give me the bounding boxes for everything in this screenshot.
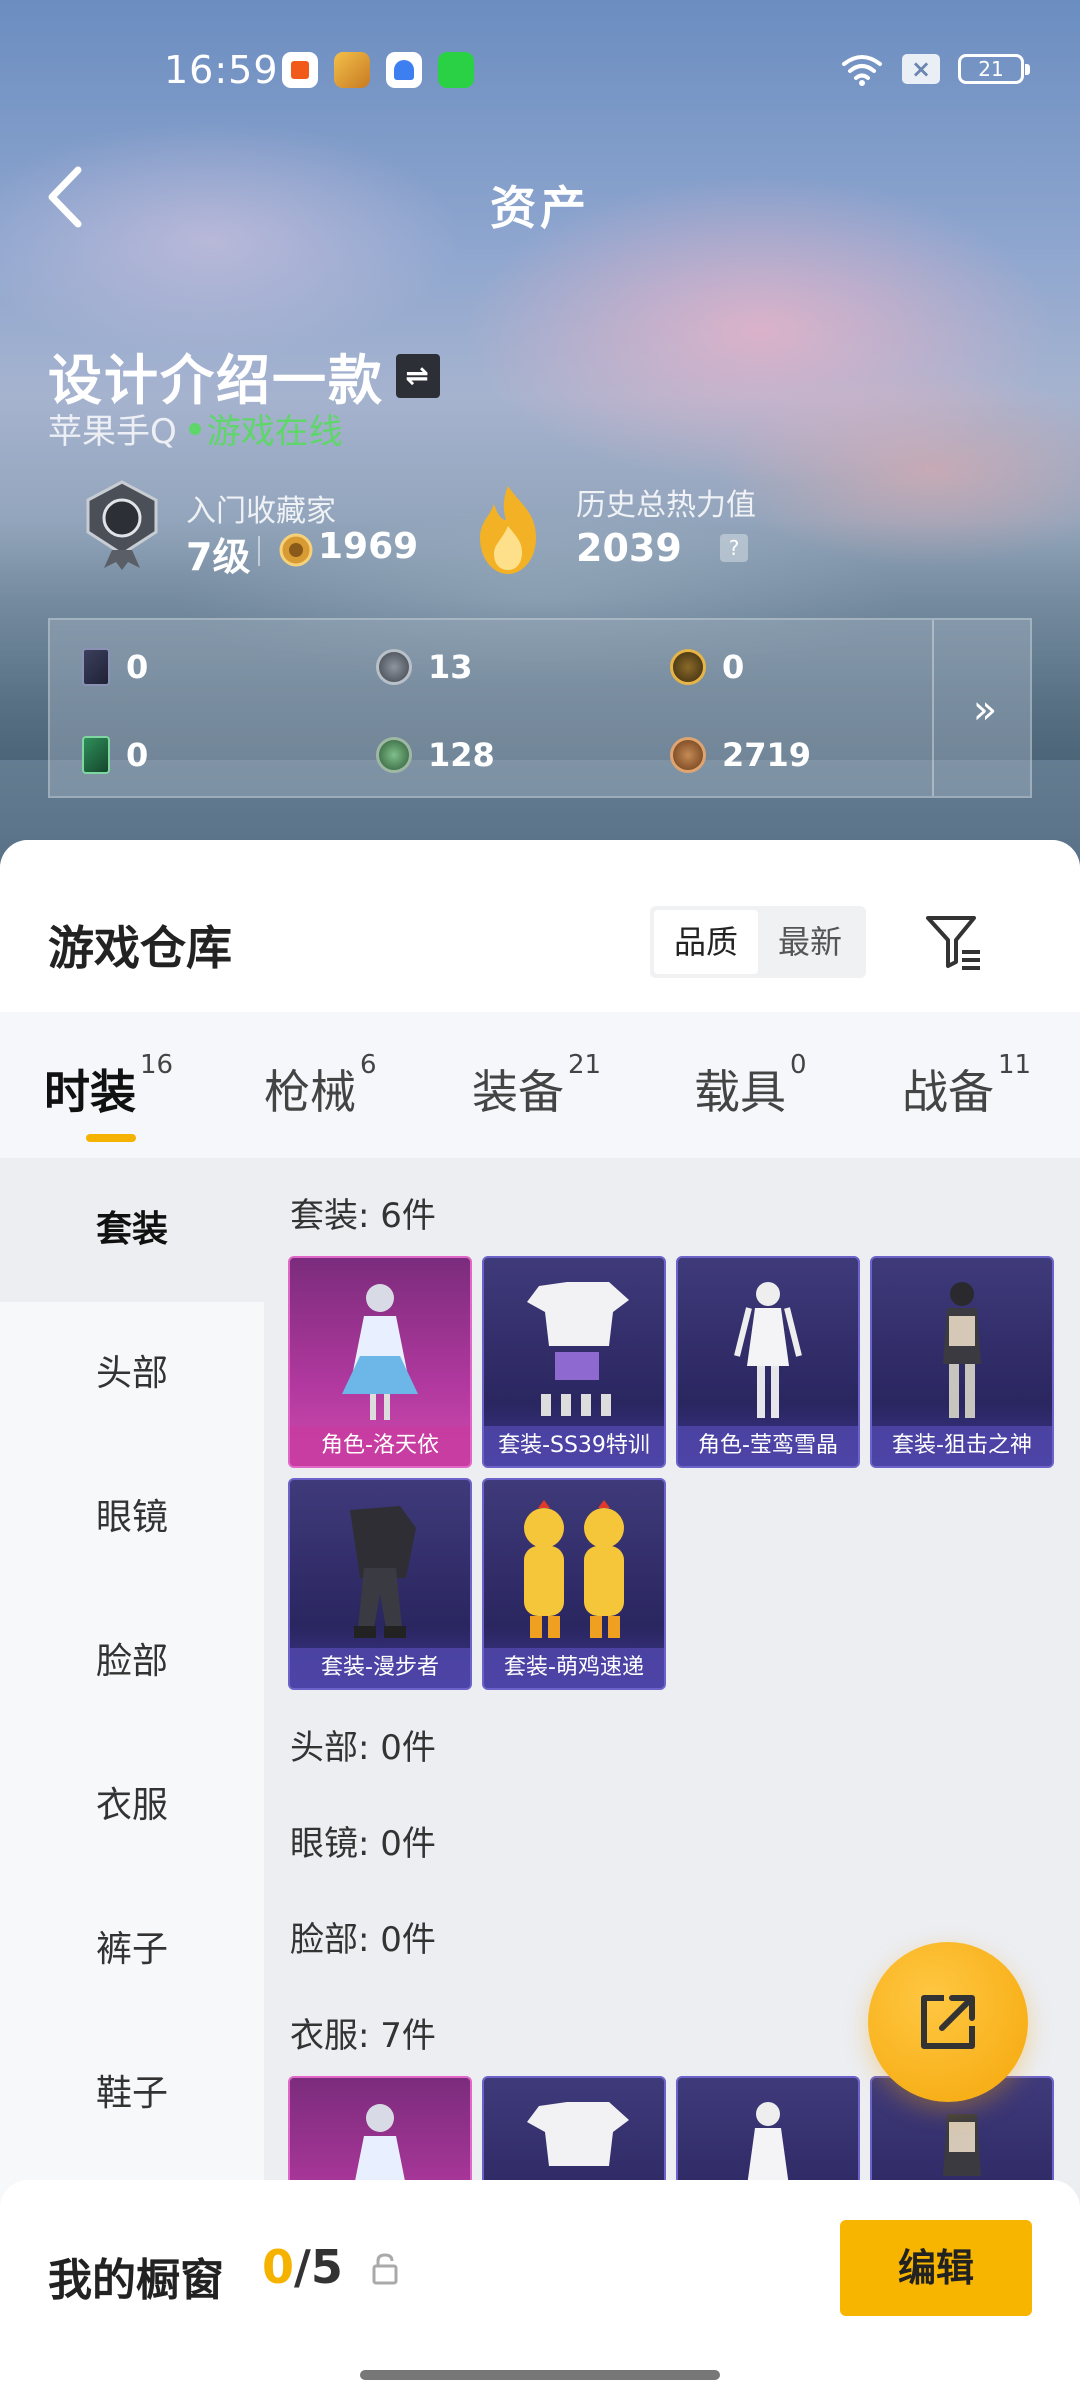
share-fab-button[interactable]: [868, 1942, 1028, 2102]
rank-level: 7级: [186, 535, 251, 579]
section-clothes-title: 衣服: 7件: [290, 2016, 436, 2056]
sort-toggle: 品质 最新: [650, 906, 866, 978]
shield-app-icon: [386, 52, 422, 88]
edit-button[interactable]: 编辑: [840, 2220, 1032, 2316]
item-card[interactable]: 套装-SS39特训: [482, 1256, 666, 1468]
item-label: 角色-莹鸾雪晶: [678, 1426, 858, 1466]
tab-fashion[interactable]: 时装 16: [44, 1050, 173, 1122]
no-sim-icon: ×: [902, 54, 940, 84]
battery-icon: 21: [958, 54, 1030, 84]
game-app-icon: [334, 52, 370, 88]
currency-green-gem: 128: [376, 736, 495, 774]
item-card[interactable]: 套装-萌鸡速递: [482, 1478, 666, 1690]
section-suits-title: 套装: 6件: [290, 1196, 436, 1236]
flame-icon: [480, 486, 536, 574]
section-glasses-title: 眼镜: 0件: [290, 1824, 436, 1864]
active-tab-indicator: [86, 1134, 136, 1142]
item-card[interactable]: 角色-莹鸾雪晶: [676, 1256, 860, 1468]
item-label: 套装-漫步者: [290, 1648, 470, 1688]
sidebar-item-shoes[interactable]: 鞋子: [0, 2022, 264, 2166]
platform-label: 苹果手Q: [48, 412, 177, 452]
warehouse-sheet: 游戏仓库 品质 最新 时装 16 枪械 6 装备 21 载具 0 战备 11 套装 头部 …: [0, 840, 1080, 2400]
online-status: 游戏在线: [206, 412, 343, 452]
rank-title: 入门收藏家: [186, 494, 336, 529]
currency-panel: 0 13 0 0 128 2719 »: [48, 618, 1032, 798]
currency-more-button[interactable]: »: [940, 660, 1030, 760]
item-card[interactable]: 角色-洛天依: [288, 1256, 472, 1468]
bronze-coin-icon: [670, 737, 706, 773]
tab-combat-gear[interactable]: 战备 11: [902, 1050, 1031, 1122]
item-label: 套装-SS39特训: [484, 1426, 664, 1466]
sort-newest-button[interactable]: 最新: [758, 910, 862, 974]
wifi-icon: [842, 55, 882, 86]
item-label: 套装-萌鸡速递: [484, 1648, 664, 1688]
collector-badge-icon: [86, 480, 158, 570]
switch-account-icon[interactable]: ⇌: [396, 353, 440, 398]
dark-card-icon: [82, 648, 110, 686]
green-gem-icon: [376, 737, 412, 773]
character-luotianyi-icon: [342, 1284, 418, 1420]
category-tabs: 时装 16 枪械 6 装备 21 载具 0 战备 11: [0, 1012, 1080, 1158]
showcase-count: 0/5: [262, 2240, 343, 2294]
character-snow-crystal-icon: [734, 1282, 802, 1418]
tab-equipment[interactable]: 装备 21: [472, 1050, 601, 1122]
sidebar-item-glasses[interactable]: 眼镜: [0, 1446, 264, 1590]
sidebar-item-face[interactable]: 脸部: [0, 1590, 264, 1734]
warehouse-title: 游戏仓库: [48, 921, 232, 975]
lock-icon: [372, 2253, 398, 2285]
gold-coin-icon: [670, 649, 706, 685]
currency-divider: [932, 620, 934, 796]
wechat-pay-icon: [438, 52, 474, 88]
heat-value: 2039: [576, 526, 682, 570]
share-icon: [921, 1995, 975, 2049]
walker-outfit-icon: [350, 1506, 416, 1638]
item-card[interactable]: 套装-狙击之神: [870, 1256, 1054, 1468]
currency-dark-card: 0: [82, 648, 148, 686]
item-label: 套装-狙击之神: [872, 1426, 1052, 1466]
tab-vehicles[interactable]: 载具 0: [694, 1050, 807, 1122]
heat-label: 历史总热力值: [576, 488, 756, 523]
currency-silver-coin: 13: [376, 648, 473, 686]
section-head-title: 头部: 0件: [290, 1728, 436, 1768]
item-label: 角色-洛天依: [290, 1426, 470, 1466]
rank-points: 1969: [318, 526, 419, 567]
status-bar: 16:59 × 21: [0, 0, 1080, 140]
player-platform: 苹果手Q 游戏在线: [48, 404, 343, 453]
ss39-outfit-icon: [527, 1282, 629, 1416]
sniper-god-outfit-icon: [943, 1282, 981, 1418]
help-icon[interactable]: ?: [720, 534, 748, 562]
sidebar-item-suits[interactable]: 套装: [0, 1158, 264, 1302]
silver-coin-icon: [376, 649, 412, 685]
home-indicator[interactable]: [360, 2370, 720, 2380]
sort-quality-button[interactable]: 品质: [654, 910, 758, 974]
warehouse-header: 游戏仓库 品质 最新: [0, 840, 1080, 1012]
showcase-bar: 我的橱窗 0/5 编辑: [0, 2180, 1080, 2400]
currency-gold-coin: 0: [670, 648, 744, 686]
item-card[interactable]: 套装-漫步者: [288, 1478, 472, 1690]
sidebar-item-pants[interactable]: 裤子: [0, 1878, 264, 2022]
rank-separator: [258, 536, 260, 566]
online-dot-icon: [188, 422, 201, 435]
currency-bronze-coin: 2719: [670, 736, 811, 774]
tab-guns[interactable]: 枪械 6: [264, 1050, 377, 1122]
filter-icon[interactable]: [922, 910, 986, 974]
sidebar-item-clothes[interactable]: 衣服: [0, 1734, 264, 1878]
app-notification-icon: [282, 52, 318, 88]
medal-icon: [279, 533, 313, 567]
showcase-label: 我的橱窗: [48, 2255, 224, 2306]
section-face-title: 脸部: 0件: [290, 1920, 436, 1960]
page-title: 资产: [490, 181, 590, 235]
green-card-icon: [82, 736, 110, 774]
status-time: 16:59: [164, 48, 279, 92]
sidebar-item-head[interactable]: 头部: [0, 1302, 264, 1446]
chicken-courier-outfit-icon: [524, 1500, 624, 1638]
currency-green-card: 0: [82, 736, 148, 774]
